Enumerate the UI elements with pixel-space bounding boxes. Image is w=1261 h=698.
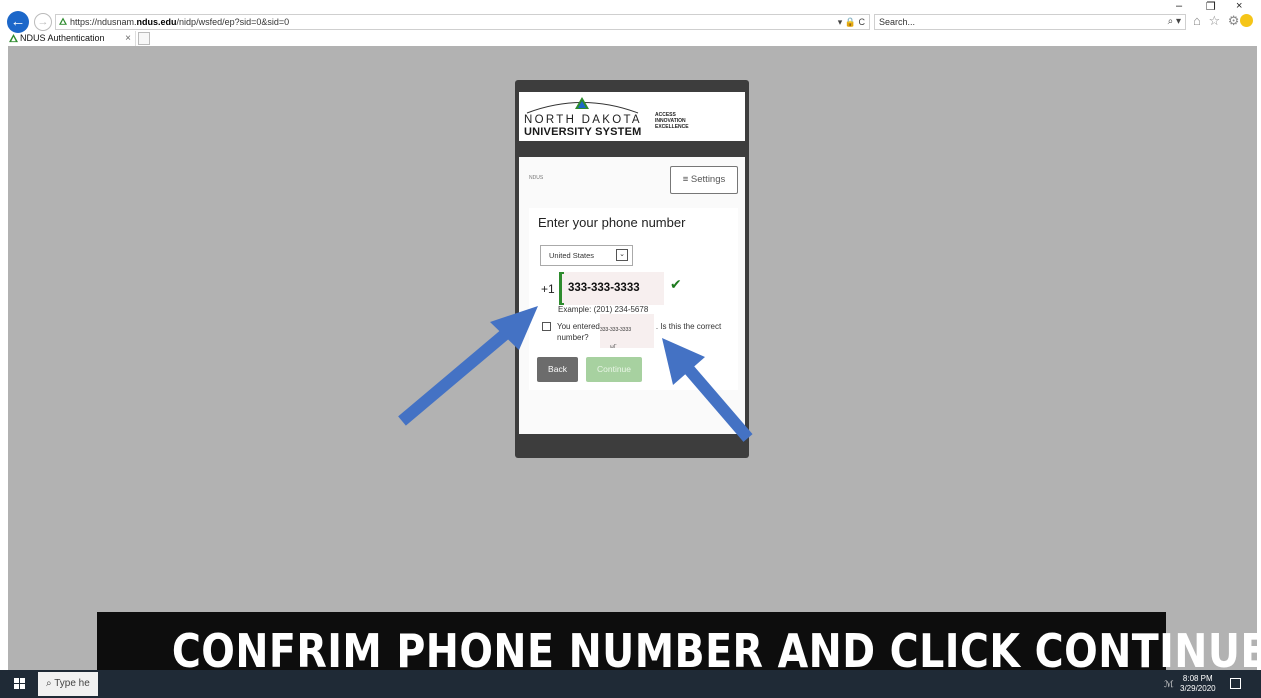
clock-time: 8:08 PM (1182, 674, 1213, 683)
taskbar-search-input[interactable]: ⌕ Type he (38, 672, 98, 696)
clock[interactable]: 8:08 PM 3/29/2020 (1180, 674, 1216, 694)
arrow-to-phone-input (398, 306, 538, 426)
screen: ← → https://ndusnam.ndus.edu/nidp/wsfed/… (0, 0, 1261, 698)
annotation-arrows (398, 306, 753, 442)
taskbar-search-placeholder: Type he (54, 678, 90, 689)
pen-tray-icon[interactable]: ℳ (1164, 679, 1174, 690)
taskbar: ⌕ Type he ℳ 8:08 PM 3/29/2020 (0, 670, 1261, 698)
clock-date: 3/29/2020 (1180, 684, 1216, 693)
search-icon: ⌕ (46, 678, 52, 689)
windows-start-icon[interactable] (14, 678, 26, 690)
arrow-to-confirm-number (662, 338, 753, 442)
notifications-icon[interactable] (1230, 678, 1241, 689)
